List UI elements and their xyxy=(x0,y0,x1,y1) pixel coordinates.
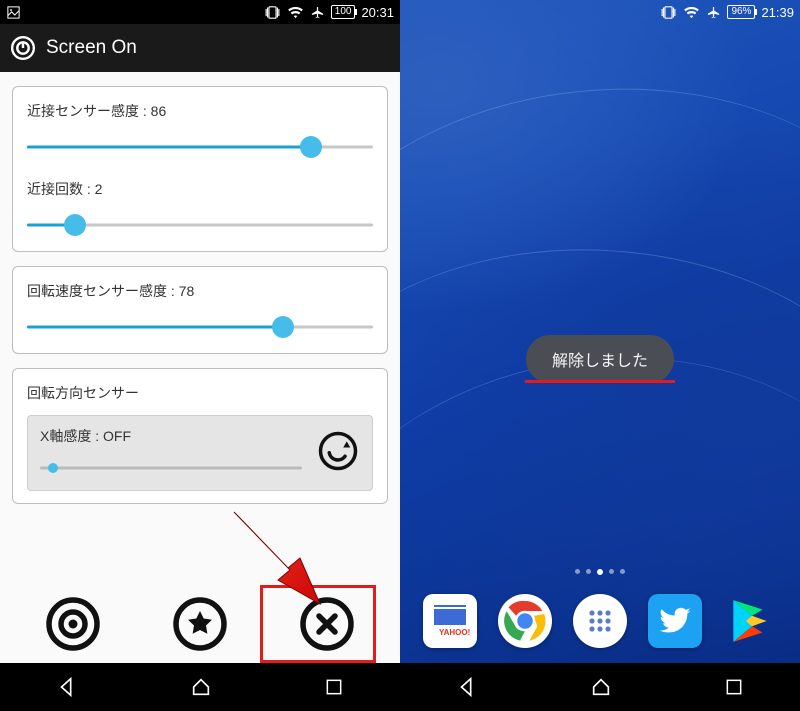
label-proximity-count: 近接回数 : 2 xyxy=(27,179,373,199)
slider-proximity-count[interactable] xyxy=(27,217,373,233)
star-button[interactable] xyxy=(170,594,230,654)
nav-recent-button[interactable] xyxy=(724,677,744,697)
nav-bar-left xyxy=(0,663,400,711)
rotate-axis-button[interactable] xyxy=(316,429,360,473)
dock-app-play-store[interactable] xyxy=(723,594,777,648)
label-rotation-speed: 回転速度センサー感度 : 78 xyxy=(27,281,373,301)
dock-app-yahoo[interactable]: YAHOO! xyxy=(423,594,477,648)
right-phone: 96% 21:39 解除しました YAHOO! xyxy=(400,0,800,711)
nav-back-button[interactable] xyxy=(456,676,478,698)
dock-app-drawer[interactable] xyxy=(573,594,627,648)
airplane-icon xyxy=(310,5,325,20)
vibrate-icon xyxy=(660,5,677,20)
wifi-icon xyxy=(683,5,700,20)
battery-indicator: 100 xyxy=(331,5,356,19)
clock: 21:39 xyxy=(761,5,794,20)
dock: YAHOO! xyxy=(400,579,800,663)
vibrate-icon xyxy=(264,5,281,20)
left-phone: 100 20:31 Screen On 近接センサー感度 : 86 近接回数 :… xyxy=(0,0,400,711)
card-rotation-speed: 回転速度センサー感度 : 78 xyxy=(12,266,388,354)
label-x-axis: X軸感度 : OFF xyxy=(40,426,302,446)
slider-x-axis[interactable] xyxy=(40,460,302,476)
page-indicator[interactable] xyxy=(575,569,625,575)
annotation-highlight-box xyxy=(260,585,376,663)
card-rotation-direction: 回転方向センサー X軸感度 : OFF xyxy=(12,368,388,504)
card-proximity: 近接センサー感度 : 86 近接回数 : 2 xyxy=(12,86,388,252)
nav-home-button[interactable] xyxy=(190,676,212,698)
toast-message: 解除しました xyxy=(526,335,674,383)
subcard-x-axis: X軸感度 : OFF xyxy=(27,415,373,491)
eye-button[interactable] xyxy=(43,594,103,654)
clock: 20:31 xyxy=(361,5,394,20)
app-title-bar: Screen On xyxy=(0,24,400,72)
dock-app-chrome[interactable] xyxy=(498,594,552,648)
notification-image-icon xyxy=(6,5,21,20)
annotation-underline xyxy=(525,380,675,383)
power-icon xyxy=(10,35,36,61)
nav-home-button[interactable] xyxy=(590,676,612,698)
dock-app-twitter[interactable] xyxy=(648,594,702,648)
wifi-icon xyxy=(287,5,304,20)
nav-bar-right xyxy=(400,663,800,711)
svg-text:YAHOO!: YAHOO! xyxy=(439,628,470,637)
airplane-icon xyxy=(706,5,721,20)
slider-proximity-sensitivity[interactable] xyxy=(27,139,373,155)
label-proximity-sensitivity: 近接センサー感度 : 86 xyxy=(27,101,373,121)
nav-recent-button[interactable] xyxy=(324,677,344,697)
status-bar-right: 96% 21:39 xyxy=(400,0,800,24)
battery-indicator: 96% xyxy=(727,5,755,19)
slider-rotation-speed[interactable] xyxy=(27,319,373,335)
status-bar-left: 100 20:31 xyxy=(0,0,400,24)
nav-back-button[interactable] xyxy=(56,676,78,698)
label-rotation-direction-group: 回転方向センサー xyxy=(27,383,373,403)
app-title-text: Screen On xyxy=(46,37,137,59)
